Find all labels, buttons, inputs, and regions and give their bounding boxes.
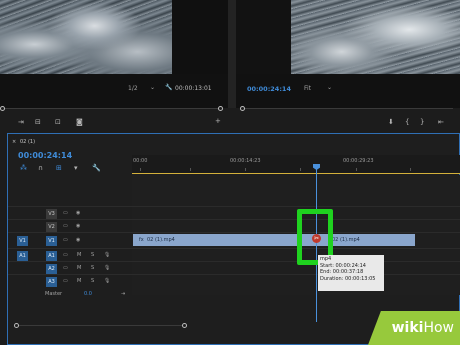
chevron-down-icon[interactable]: ⌄ xyxy=(327,84,332,91)
timeline-settings-icon[interactable]: 🔧 xyxy=(92,164,101,172)
video-clip-v1[interactable] xyxy=(133,234,415,246)
go-to-end-icon[interactable]: ⇥ xyxy=(121,291,125,297)
mark-in-icon[interactable]: ⇥ xyxy=(18,118,24,126)
track-label-v2[interactable]: V2 xyxy=(46,222,57,232)
timeline-horizontal-scrollbar[interactable] xyxy=(16,325,186,326)
track-divider xyxy=(8,206,460,207)
master-label: Master xyxy=(45,291,63,297)
filmstrip-icon[interactable]: ▭ xyxy=(63,237,68,243)
snap-icon[interactable]: ∩ xyxy=(38,164,43,172)
zoom-select[interactable]: Fit xyxy=(304,85,311,92)
mark-in-bracket-icon[interactable]: { xyxy=(405,118,409,126)
nest-icon[interactable]: ⁂ xyxy=(20,164,27,172)
track-label-a3[interactable]: A3 xyxy=(46,277,57,287)
sync-lock-icon[interactable]: ▭ xyxy=(63,252,68,258)
track-label-v1[interactable]: V1 xyxy=(46,236,57,246)
program-video-frame xyxy=(291,0,460,74)
eye-icon[interactable]: ◉ xyxy=(76,223,80,229)
source-resolution-select[interactable]: 1/2 xyxy=(128,85,138,92)
eye-icon[interactable]: ◉ xyxy=(76,210,80,216)
panel-divider[interactable] xyxy=(228,0,236,108)
close-icon[interactable]: × xyxy=(12,139,16,145)
tooltip-duration: Duration: 00:00:13:05 xyxy=(320,275,376,282)
insert-icon[interactable]: ⊟ xyxy=(35,118,41,126)
program-monitor-empty-area xyxy=(236,0,291,74)
source-scrub-start-handle[interactable] xyxy=(0,106,5,111)
ruler-tick xyxy=(356,168,357,171)
program-scrub-bar[interactable] xyxy=(243,108,453,109)
microphone-icon[interactable]: 🎙 xyxy=(104,278,110,284)
sync-lock-icon[interactable]: ▭ xyxy=(63,278,68,284)
linked-selection-icon[interactable]: ⊞ xyxy=(56,164,62,172)
track-label-a1[interactable]: A1 xyxy=(46,251,57,261)
wrench-icon[interactable]: 🔧 xyxy=(165,84,172,91)
timeline-timecode[interactable]: 00:00:24:14 xyxy=(18,151,72,160)
source-patch-a1[interactable]: A1 xyxy=(17,251,28,261)
filmstrip-icon[interactable]: ▭ xyxy=(63,210,68,216)
mark-out-bracket-icon[interactable]: } xyxy=(420,118,424,126)
fx-badge: fx xyxy=(139,237,144,243)
mute-button[interactable]: M xyxy=(77,265,81,271)
ruler-tick xyxy=(410,168,411,171)
solo-button[interactable]: S xyxy=(91,252,94,258)
ruler-tick xyxy=(245,168,246,171)
timeline-tab[interactable]: 02 (1) xyxy=(20,139,35,145)
microphone-icon[interactable]: 🎙 xyxy=(104,252,110,258)
track-divider xyxy=(8,219,460,220)
track-label-v3[interactable]: V3 xyxy=(46,209,57,219)
go-to-in-icon[interactable]: ⇤ xyxy=(438,118,444,126)
video-audio-divider xyxy=(8,248,460,249)
filmstrip-icon[interactable]: ▭ xyxy=(63,223,68,229)
program-scrub-start-handle[interactable] xyxy=(240,106,245,111)
work-area-bar[interactable] xyxy=(132,173,460,174)
source-patch-v1[interactable]: V1 xyxy=(17,236,28,246)
mute-button[interactable]: M xyxy=(77,278,81,284)
marker-icon[interactable]: ⬇ xyxy=(388,118,394,126)
source-monitor-empty-area xyxy=(172,0,228,74)
camera-icon[interactable]: ◙ xyxy=(76,118,83,126)
source-scrub-end-handle[interactable] xyxy=(218,106,223,111)
eye-icon[interactable]: ◉ xyxy=(76,237,80,243)
solo-button[interactable]: S xyxy=(91,278,94,284)
master-volume-value[interactable]: 0.0 xyxy=(84,291,92,297)
scrollbar-start-handle[interactable] xyxy=(14,323,19,328)
source-timecode: 00:00:13:01 xyxy=(175,85,212,92)
track-divider xyxy=(8,232,460,233)
source-scrub-bar[interactable] xyxy=(4,108,220,109)
sync-lock-icon[interactable]: ▭ xyxy=(63,265,68,271)
wikihow-watermark: wikiHow xyxy=(368,311,460,345)
add-button-icon[interactable]: + xyxy=(215,117,221,125)
source-video-frame xyxy=(0,0,172,74)
track-divider xyxy=(8,261,460,262)
chevron-down-icon[interactable]: ⌄ xyxy=(150,84,155,91)
track-label-a2[interactable]: A2 xyxy=(46,264,57,274)
add-marker-icon[interactable]: ▾ xyxy=(74,164,78,172)
ruler-tick xyxy=(190,168,191,171)
ruler-label: 00:00:29:23 xyxy=(343,158,374,164)
mute-button[interactable]: M xyxy=(77,252,81,258)
microphone-icon[interactable]: 🎙 xyxy=(104,265,110,271)
watermark-wiki: wiki xyxy=(391,320,424,336)
ruler-label: 00:00:14:23 xyxy=(230,158,261,164)
scrollbar-end-handle[interactable] xyxy=(182,323,187,328)
clip-name-left: 02 (1).mp4 xyxy=(147,237,175,243)
ruler-label: 00:00 xyxy=(133,158,148,164)
track-divider xyxy=(8,274,460,275)
watermark-how: How xyxy=(423,320,454,336)
clip-name-right: 02 (1).mp4 xyxy=(332,237,360,243)
overwrite-icon[interactable]: ⊡ xyxy=(55,118,61,126)
clip-tooltip: mp4 Start: 00:00:24:14 End: 00:00:37:18 … xyxy=(318,255,384,291)
ruler-tick xyxy=(140,168,141,171)
solo-button[interactable]: S xyxy=(91,265,94,271)
ruler-tick xyxy=(300,168,301,171)
program-timecode[interactable]: 00:00:24:14 xyxy=(247,85,291,93)
